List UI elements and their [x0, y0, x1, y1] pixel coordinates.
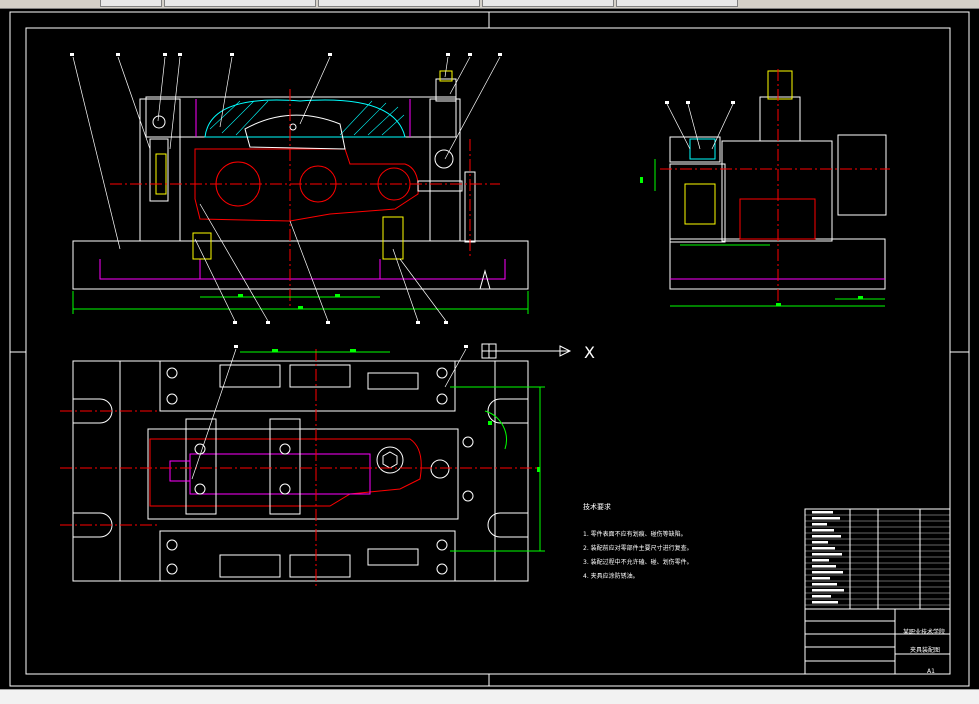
doc-tab[interactable] — [318, 0, 480, 7]
parts-list-entry — [812, 523, 827, 526]
document-tabs — [100, 0, 740, 7]
parts-list-entry — [812, 565, 836, 568]
cad-drawing-canvas[interactable] — [0, 9, 979, 689]
window-titlebar — [0, 0, 979, 9]
tech-notes-heading: 技术要求 — [583, 503, 611, 511]
front-view — [70, 53, 529, 324]
doc-tab[interactable] — [164, 0, 316, 7]
parts-list-entry — [812, 529, 834, 532]
parts-list-entry — [812, 589, 844, 592]
title-block-sheet-size: A1 — [927, 668, 935, 675]
top-view — [60, 345, 545, 589]
cad-drawing — [9, 11, 970, 687]
parts-list-entry — [812, 517, 840, 520]
ucs-x-label: X — [584, 343, 595, 362]
parts-list-entry — [812, 559, 829, 562]
parts-list-entry — [812, 601, 838, 604]
parts-list-entry — [812, 547, 835, 550]
tech-note-item: 2. 装配前应对零部件主要尺寸进行复查。 — [583, 545, 693, 552]
parts-list-entry — [812, 577, 830, 580]
tech-note-item: 4. 夹具应涂防锈油。 — [583, 573, 639, 580]
title-block-school: 某职业技术学院 — [903, 629, 946, 636]
parts-list-entry — [812, 595, 831, 598]
parts-list-entry — [812, 583, 837, 586]
tech-note-item: 1. 零件表面不应有划痕、碰伤等缺陷。 — [583, 531, 687, 538]
status-bar — [0, 689, 979, 704]
ucs-icon — [481, 343, 572, 359]
parts-list-entry — [812, 511, 833, 514]
doc-tab[interactable] — [616, 0, 738, 7]
parts-list-entry — [812, 535, 841, 538]
parts-list-entry — [812, 541, 828, 544]
parts-list-entry — [812, 571, 843, 574]
parts-list-entry — [812, 553, 842, 556]
doc-tab[interactable] — [100, 0, 162, 7]
side-view — [640, 69, 890, 309]
doc-tab[interactable] — [482, 0, 614, 7]
tech-notes: 技术要求 1. 零件表面不应有划痕、碰伤等缺陷。 2. 装配前应对零部件主要尺寸… — [583, 500, 693, 584]
tech-note-item: 3. 装配过程中不允许磕、碰、划伤零件。 — [583, 559, 693, 566]
title-block-drawing-name: 夹具装配图 — [910, 647, 941, 654]
